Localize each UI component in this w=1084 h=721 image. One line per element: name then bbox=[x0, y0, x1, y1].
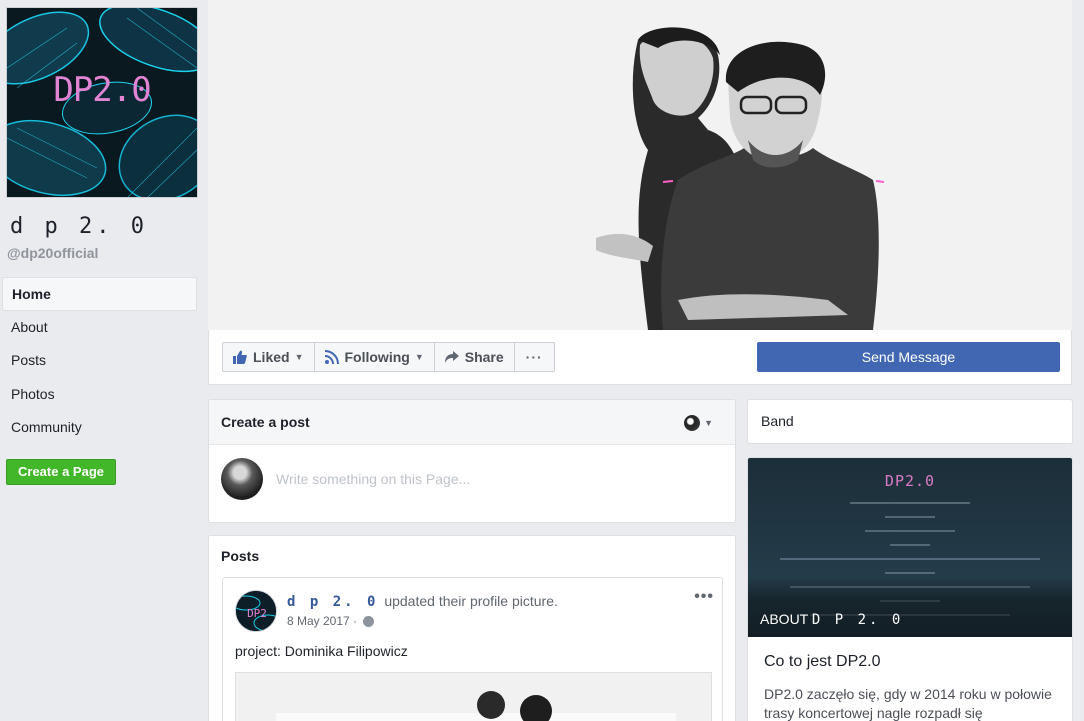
post-item: DP2 d p 2. 0 updated their profile pictu… bbox=[222, 577, 723, 721]
page-action-bar: Liked ▼ Following ▼ Share ··· Send Messa… bbox=[208, 330, 1072, 385]
page-name[interactable]: d p 2. 0 bbox=[10, 214, 148, 239]
following-button[interactable]: Following ▼ bbox=[315, 343, 435, 371]
page-category[interactable]: Band bbox=[761, 413, 794, 429]
about-image[interactable]: DP2.0 ABOUT D P 2. 0 bbox=[748, 458, 1072, 637]
nav-item-about[interactable]: About bbox=[2, 311, 197, 345]
profile-logo: DP2.0 bbox=[53, 70, 151, 110]
posts-title: Posts bbox=[221, 548, 260, 564]
about-card: DP2.0 ABOUT D P 2. 0 Co to jest DP2.0 DP… bbox=[747, 457, 1073, 721]
compose-area: Write something on this Page... bbox=[209, 445, 735, 523]
thumbs-up-icon bbox=[233, 350, 247, 364]
about-caption-name: D P 2. 0 bbox=[811, 612, 904, 628]
nav-item-posts[interactable]: Posts bbox=[2, 344, 197, 378]
svg-text:DP2: DP2 bbox=[247, 607, 267, 620]
chevron-down-icon: ▼ bbox=[294, 352, 304, 362]
share-button[interactable]: Share bbox=[435, 343, 515, 371]
send-message-button[interactable]: Send Message bbox=[757, 342, 1060, 372]
post-date[interactable]: 8 May 2017 · bbox=[287, 614, 357, 628]
about-image-caption: ABOUT D P 2. 0 bbox=[760, 611, 903, 628]
page-action-buttons: Liked ▼ Following ▼ Share ··· bbox=[222, 342, 555, 372]
category-card: Band bbox=[747, 399, 1073, 444]
liked-label: Liked bbox=[253, 349, 290, 365]
create-post-header: Create a post ▼ bbox=[209, 400, 735, 445]
profile-picture[interactable]: DP2.0 bbox=[6, 7, 198, 198]
post-author-avatar[interactable]: DP2 bbox=[235, 590, 277, 632]
about-title[interactable]: Co to jest DP2.0 bbox=[748, 637, 1072, 671]
post-author-link[interactable]: d p 2. 0 bbox=[287, 594, 378, 610]
post-options-button[interactable]: ••• bbox=[694, 588, 714, 606]
liked-button[interactable]: Liked ▼ bbox=[223, 343, 315, 371]
avatar-icon bbox=[684, 415, 701, 431]
post-header-line: d p 2. 0 updated their profile picture. bbox=[287, 593, 558, 610]
nav-item-community[interactable]: Community bbox=[2, 411, 197, 445]
post-timestamp: 8 May 2017 · bbox=[287, 614, 375, 628]
create-page-button[interactable]: Create a Page bbox=[6, 459, 116, 485]
globe-icon bbox=[363, 615, 375, 627]
page-handle[interactable]: @dp20official bbox=[7, 245, 98, 261]
following-label: Following bbox=[344, 349, 410, 365]
chevron-down-icon: ▼ bbox=[414, 352, 424, 362]
post-as-selector[interactable]: ▼ bbox=[684, 415, 713, 431]
left-nav: Home About Posts Photos Community bbox=[2, 277, 197, 445]
nav-item-photos[interactable]: Photos bbox=[2, 378, 197, 412]
post-text: project: Dominika Filipowicz bbox=[235, 643, 408, 659]
post-action-text: updated their profile picture. bbox=[384, 593, 558, 609]
create-post-card: Create a post ▼ Write something on this … bbox=[208, 399, 736, 523]
cover-photo[interactable] bbox=[208, 0, 1072, 330]
about-description: DP2.0 zaczęło się, gdy w 2014 roku w poł… bbox=[764, 686, 1052, 721]
chevron-down-icon: ▼ bbox=[704, 418, 713, 428]
post-image[interactable] bbox=[235, 672, 712, 721]
user-avatar[interactable] bbox=[221, 458, 263, 500]
create-post-title: Create a post bbox=[221, 414, 310, 430]
share-arrow-icon bbox=[444, 351, 459, 363]
more-options-button[interactable]: ··· bbox=[515, 343, 554, 371]
rss-icon bbox=[324, 350, 339, 364]
nav-item-home[interactable]: Home bbox=[2, 277, 197, 311]
cover-people-image bbox=[208, 0, 1072, 330]
about-caption-prefix: ABOUT bbox=[760, 611, 808, 627]
about-image-logo: DP2.0 bbox=[884, 472, 936, 490]
post-input[interactable]: Write something on this Page... bbox=[276, 471, 470, 487]
posts-card: Posts DP2 d p 2. 0 updated their profile… bbox=[208, 535, 736, 721]
share-label: Share bbox=[464, 349, 504, 365]
